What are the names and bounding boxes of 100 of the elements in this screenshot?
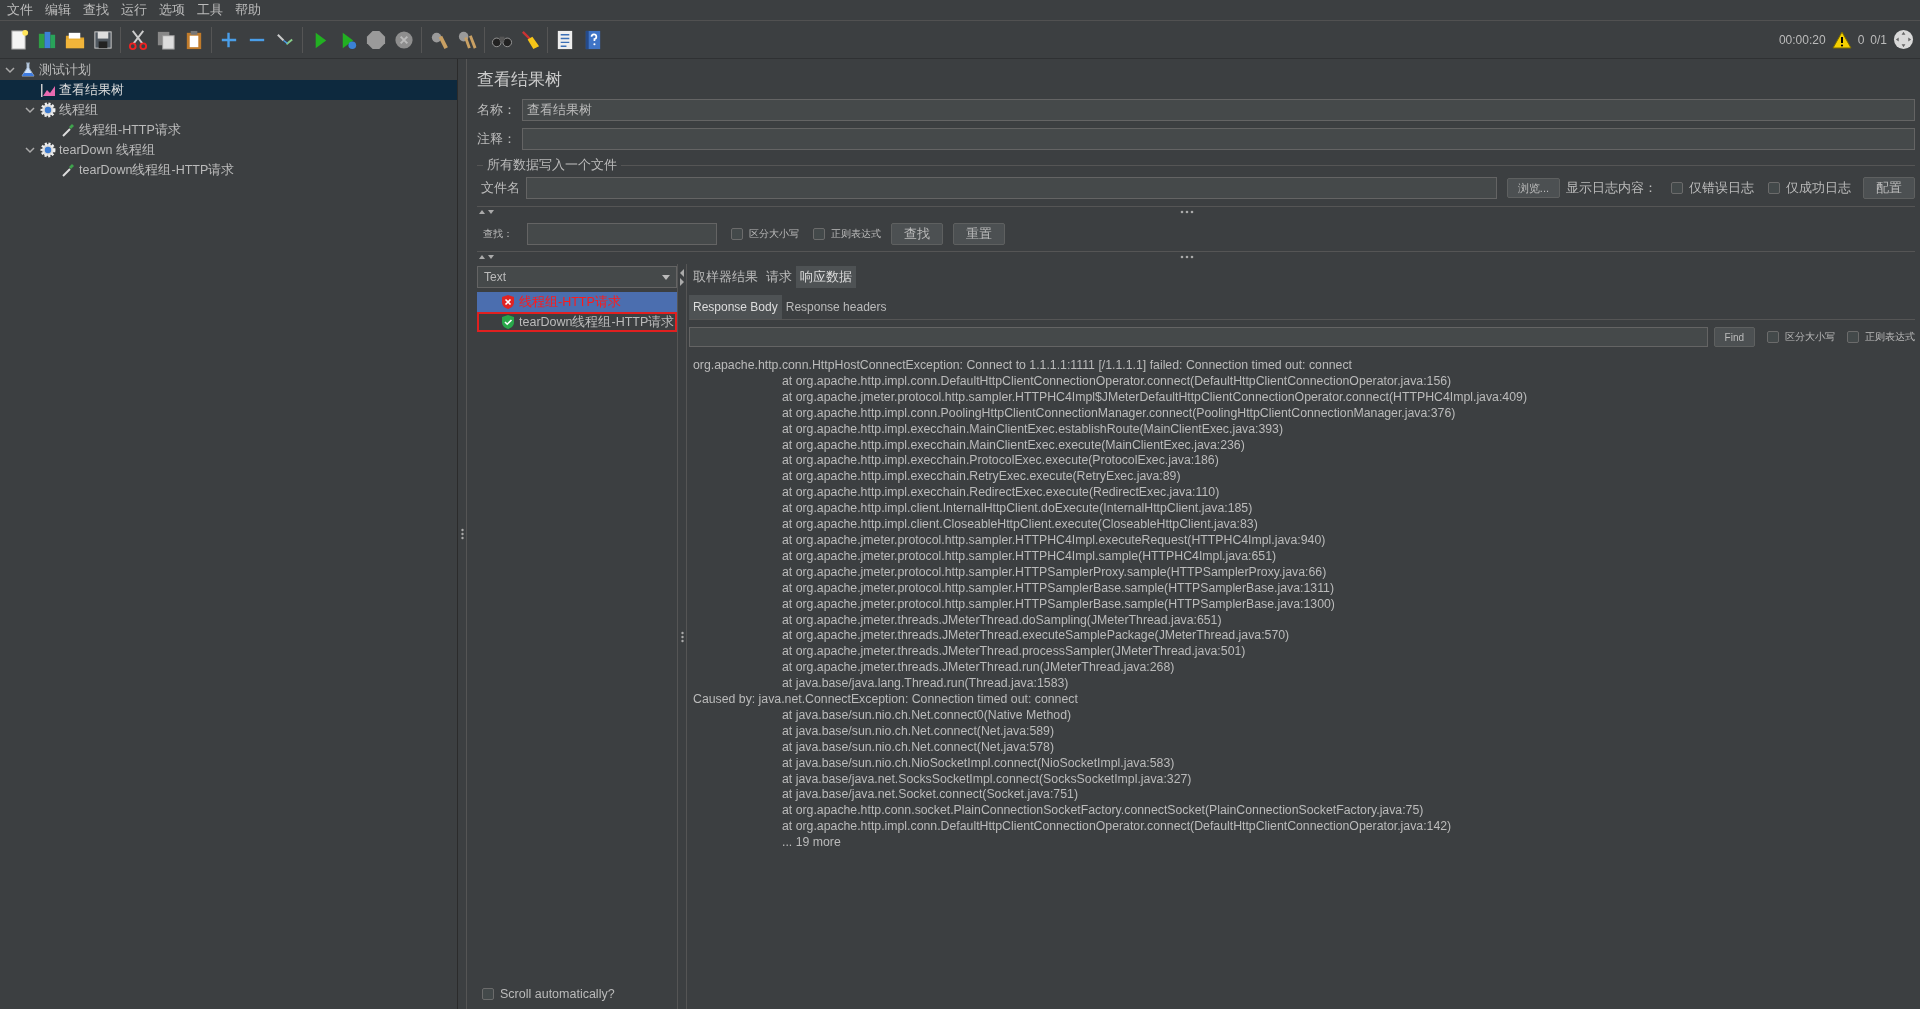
- thread-count: 0/1: [1870, 32, 1887, 47]
- response-line: at java.base/sun.nio.ch.Net.connect(Net.java:578): [781, 739, 1056, 756]
- success-shield-icon: [501, 315, 515, 329]
- gear-icon: [40, 102, 56, 118]
- shutdown-icon[interactable]: [392, 28, 415, 51]
- tree-label: 查看结果树: [59, 81, 124, 99]
- chart-icon: [40, 82, 56, 98]
- flask-icon: [20, 62, 36, 78]
- result-item[interactable]: tearDown线程组-HTTP请求: [477, 312, 677, 332]
- search-field[interactable]: [689, 327, 1708, 347]
- result-label: 线程组-HTTP请求: [519, 293, 621, 311]
- tab[interactable]: 响应数据: [796, 266, 856, 288]
- name-field[interactable]: 查看结果树: [522, 99, 1915, 121]
- response-line: at org.apache.http.impl.execchain.RedirectExec.execute(RedirectExec.java:110): [781, 485, 1221, 502]
- response-line: ... 19 more: [781, 835, 842, 852]
- response-line: at org.apache.jmeter.protocol.http.sampler.HTTPSamplerBase.sample(HTTPSamplerBase.java:1300): [781, 596, 1336, 613]
- chevron-icon[interactable]: [4, 64, 16, 76]
- renderer-dropdown[interactable]: Text: [477, 266, 677, 288]
- field-label: 文件名: [481, 179, 520, 197]
- menu-item[interactable]: 帮助: [232, 1, 270, 19]
- collapse-arrows-icon[interactable]: [678, 268, 686, 286]
- gear-icon: [40, 142, 56, 158]
- tree-item[interactable]: 查看结果树: [0, 80, 457, 100]
- response-line: org.apache.http.conn.HttpHostConnectException: Connect to 1.1.1.1:1111 [/1.1.1.1] failed: Connection timed out: connect: [693, 358, 1353, 374]
- checkbox-label: 正则表达式: [831, 227, 881, 241]
- checkbox[interactable]: [482, 988, 494, 1000]
- checkbox[interactable]: [1767, 331, 1779, 343]
- checkbox-label: 仅成功日志: [1786, 179, 1851, 197]
- tree-item[interactable]: 线程组-HTTP请求: [0, 120, 457, 140]
- response-line: at org.apache.http.impl.conn.DefaultHttpClientConnectionOperator.connect(DefaultHttpClientConnectionOperator.java:156): [781, 373, 1453, 390]
- response-line: at org.apache.jmeter.protocol.http.sampler.HTTPHC4Impl.sample(HTTPHC4Impl.java:651): [781, 548, 1278, 565]
- response-line: at org.apache.http.impl.client.InternalHttpClient.doExecute(InternalHttpClient.java:185): [781, 501, 1254, 518]
- tree-item[interactable]: tearDown线程组-HTTP请求: [0, 160, 457, 180]
- response-line: at org.apache.http.impl.execchain.MainClientExec.execute(MainClientExec.java:236): [781, 437, 1246, 454]
- find-button[interactable]: Find: [1713, 327, 1755, 347]
- tree-item[interactable]: 测试计划: [0, 60, 457, 80]
- checkbox[interactable]: [1768, 182, 1780, 194]
- tree-label: tearDown 线程组: [59, 141, 155, 159]
- field-label: 注释：: [477, 130, 516, 148]
- find-button[interactable]: 查找: [891, 223, 943, 245]
- pipette-icon: [60, 162, 76, 178]
- warning-icon[interactable]: [1831, 30, 1852, 49]
- cut-icon[interactable]: [126, 28, 149, 51]
- checkbox-label: 仅错误日志: [1689, 179, 1754, 197]
- response-line: at org.apache.jmeter.threads.JMeterThread.executeSamplePackage(JMeterThread.java:570): [781, 628, 1291, 645]
- tree-label: tearDown线程组-HTTP请求: [79, 161, 235, 179]
- result-label: tearDown线程组-HTTP请求: [519, 313, 675, 331]
- checkbox[interactable]: [1847, 331, 1859, 343]
- response-line: at org.apache.jmeter.threads.JMeterThread.run(JMeterThread.java:268): [781, 660, 1176, 677]
- tab[interactable]: 请求: [762, 266, 796, 288]
- tree-label: 线程组-HTTP请求: [79, 121, 181, 139]
- configure-button[interactable]: 配置: [1863, 177, 1915, 199]
- response-line: at org.apache.http.conn.socket.PlainConnectionSocketFactory.connectSocket(PlainConnectionSocketFactory.java:75): [781, 803, 1425, 820]
- splitter-grip-icon[interactable]: [1180, 255, 1194, 259]
- tab[interactable]: 取样器结果: [689, 266, 762, 288]
- checkbox[interactable]: [813, 228, 825, 240]
- checkbox[interactable]: [1671, 182, 1683, 194]
- response-line: at org.apache.jmeter.protocol.http.sampler.HTTPHC4Impl$JMeterDefaultHttpClientConnectionOperator.connect(HTTPHC4Impl.java:409): [781, 389, 1528, 406]
- menu-item[interactable]: 查找: [80, 1, 118, 19]
- tab[interactable]: Response Body: [689, 295, 782, 319]
- panel-title: 查看结果树: [477, 69, 563, 90]
- browse-button[interactable]: 浏览...: [1506, 178, 1560, 198]
- menu-item[interactable]: 文件: [4, 1, 42, 19]
- save-icon[interactable]: [91, 28, 114, 51]
- response-line: at org.apache.jmeter.threads.JMeterThread.processSampler(JMeterThread.java:501): [781, 644, 1247, 661]
- reset-button[interactable]: 重置: [953, 223, 1005, 245]
- field-label: 查找：: [483, 227, 513, 241]
- checkbox-label: 正则表达式: [1865, 330, 1915, 344]
- checkbox[interactable]: [731, 228, 743, 240]
- splitter-grip-icon[interactable]: [680, 630, 684, 643]
- menu-item[interactable]: 工具: [194, 1, 232, 19]
- tree-item[interactable]: 线程组: [0, 100, 457, 120]
- menu-item[interactable]: 运行: [118, 1, 156, 19]
- response-line: at org.apache.jmeter.protocol.http.sampler.HTTPHC4Impl.executeRequest(HTTPHC4Impl.java:940): [781, 532, 1327, 549]
- chevron-icon[interactable]: [24, 104, 36, 116]
- field-label: 显示日志内容：: [1566, 179, 1657, 197]
- menu-item[interactable]: 选项: [156, 1, 194, 19]
- response-line: at java.base/java.net.SocksSocketImpl.connect(SocksSocketImpl.java:327): [781, 771, 1193, 788]
- response-line: at org.apache.http.impl.conn.DefaultHttpClientConnectionOperator.connect(DefaultHttpClientConnectionOperator.java:142): [781, 819, 1453, 836]
- splitter-grip-icon[interactable]: [460, 528, 464, 540]
- chevron-icon[interactable]: [24, 144, 36, 156]
- pipette-icon: [60, 122, 76, 138]
- checkbox-label: Scroll automatically?: [500, 987, 615, 1001]
- remote-icon[interactable]: [1893, 29, 1914, 50]
- menu-item[interactable]: 编辑: [42, 1, 80, 19]
- splitter-grip-icon[interactable]: [1180, 210, 1194, 214]
- search-field[interactable]: [527, 223, 717, 245]
- response-line: at java.base/sun.nio.ch.Net.connect0(Native Method): [781, 707, 1073, 724]
- tab[interactable]: Response headers: [781, 295, 891, 319]
- filename-field[interactable]: [526, 177, 1497, 199]
- response-line: at java.base/java.net.Socket.connect(Socket.java:751): [781, 787, 1079, 804]
- checkbox-label: 区分大小写: [749, 227, 799, 241]
- tree-item[interactable]: tearDown 线程组: [0, 140, 457, 160]
- response-line: at org.apache.http.impl.conn.PoolingHttpClientConnectionManager.connect(PoolingHttpClientConnectionManager.java:376): [781, 405, 1457, 422]
- comment-field[interactable]: [522, 128, 1915, 150]
- response-line: at org.apache.http.impl.client.CloseableHttpClient.execute(CloseableHttpClient.java:83): [781, 517, 1259, 533]
- stop-icon[interactable]: [364, 28, 387, 51]
- response-line: at org.apache.jmeter.protocol.http.sampler.HTTPSamplerProxy.sample(HTTPSamplerProxy.java:66): [781, 564, 1328, 581]
- caret-icon: [662, 274, 670, 280]
- response-line: at org.apache.http.impl.execchain.MainClientExec.establishRoute(MainClientExec.java:393): [781, 421, 1285, 438]
